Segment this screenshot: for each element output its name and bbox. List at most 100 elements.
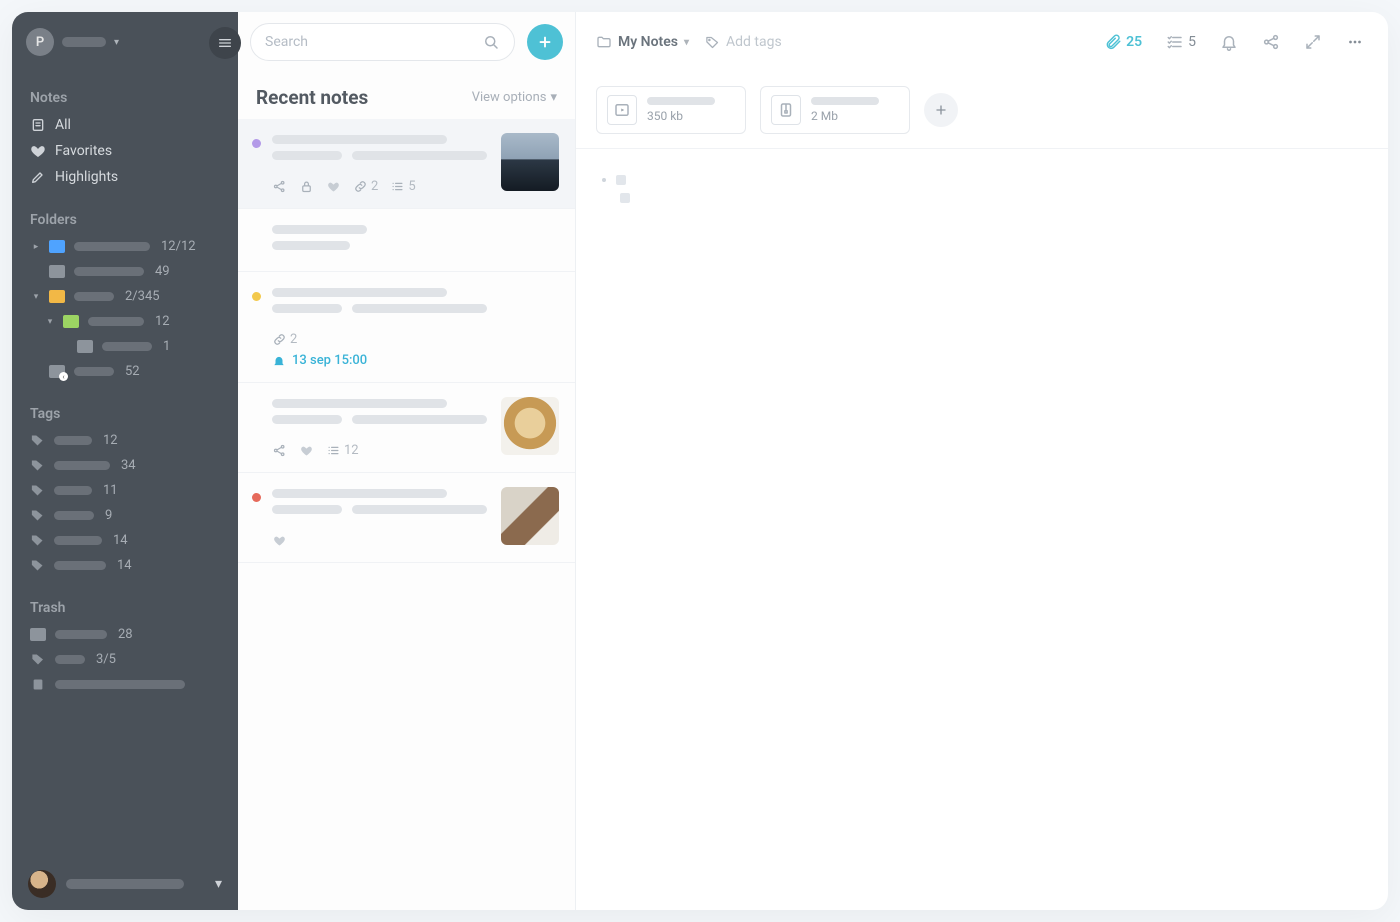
tag-item[interactable]: 9 [12,503,238,528]
add-tags-button[interactable]: Add tags [705,34,782,50]
note-list: 25 2 13 sep 15:00 12 [238,119,575,910]
folder-name-placeholder [74,367,114,376]
note-card[interactable]: 2 13 sep 15:00 [238,272,575,383]
folder-item[interactable]: 49 [12,259,238,284]
tag-icon [30,483,45,498]
list-header: Recent notes View options ▾ [238,72,575,119]
note-card[interactable] [238,473,575,563]
tree-arrow-icon: ▸ [32,242,40,252]
paperclip-icon [1104,33,1122,51]
tag-item[interactable]: 34 [12,453,238,478]
highlighter-icon [30,169,46,185]
account-switcher[interactable]: P ▾ [12,12,238,72]
search-input[interactable] [265,34,482,50]
color-dot [252,292,261,301]
tag-name-placeholder [54,561,106,570]
checklist-icon [1166,33,1184,51]
tag-count: 9 [105,508,112,523]
attachment-card[interactable]: 2 Mb [760,86,910,134]
chevron-down-icon: ▾ [684,37,689,48]
note-card[interactable] [238,209,575,272]
note-icon [30,117,46,133]
tag-item[interactable]: 14 [12,553,238,578]
folder-item[interactable]: ‹ 52 [12,359,238,384]
folder-icon [63,315,79,328]
folder-name-placeholder [88,317,144,326]
folder-count: 2/345 [125,289,160,304]
tag-item[interactable]: 11 [12,478,238,503]
trash-name-placeholder [55,680,185,689]
expand-button[interactable] [1300,29,1326,55]
bell-icon [272,354,286,368]
color-dot [252,139,261,148]
folder-icon [596,34,612,50]
attachment-size: 350 kb [647,109,715,123]
tree-arrow-icon: ▾ [32,292,40,302]
trash-item[interactable]: 3/5 [12,647,238,672]
note-reminder: 13 sep 15:00 [272,353,557,368]
note-card[interactable]: 25 [238,119,575,209]
tag-icon [30,458,45,473]
sidebar-footer-user[interactable]: ▾ [12,858,238,910]
tag-name-placeholder [54,461,110,470]
attachments-count-button[interactable]: 25 [1100,29,1146,55]
trash-item[interactable] [12,672,238,697]
tag-count: 14 [117,558,132,573]
folder-item[interactable]: ▸ 12/12 [12,234,238,259]
sidebar-item-all[interactable]: All [12,112,238,138]
sidebar-item-favorites[interactable]: Favorites [12,138,238,164]
folder-item[interactable]: 1 [12,334,238,359]
tag-item[interactable]: 12 [12,428,238,453]
sidebar-folders-section: Folders ▸ 12/12 49▾ 2/345▾ 12 1 ‹ 52 [12,194,238,388]
sidebar-notes-section: Notes All Favorites Highlights [12,72,238,194]
plus-icon [933,102,949,118]
chevron-down-icon: ▾ [550,90,557,105]
folder-name-placeholder [102,342,152,351]
share-button[interactable] [1258,29,1284,55]
note-icon [30,677,46,692]
trash-name-placeholder [55,630,107,639]
editor-body[interactable] [576,149,1388,229]
avatar: P [26,28,54,56]
attachment-card[interactable]: 350 kb [596,86,746,134]
editor-toolbar: My Notes ▾ Add tags 25 5 [576,12,1388,72]
folder-name-placeholder [74,292,114,301]
trash-item[interactable]: 28 [12,622,238,647]
more-button[interactable] [1342,29,1368,55]
share-icon [272,443,287,458]
tag-item[interactable]: 14 [12,528,238,553]
hamburger-icon [217,35,233,51]
share-icon [272,179,287,194]
breadcrumb[interactable]: My Notes ▾ [596,34,689,50]
sidebar-trash-section: Trash 28 3/5 [12,582,238,701]
trash-count: 3/5 [96,652,116,667]
tag-icon [30,652,46,667]
attachment-name-placeholder [647,97,715,105]
sidebar-item-highlights[interactable]: Highlights [12,164,238,190]
tree-arrow-icon: ▾ [46,317,54,327]
tag-count: 14 [113,533,128,548]
add-attachment-button[interactable] [924,93,958,127]
folder-item[interactable]: ▾ 12 [12,309,238,334]
folder-name-placeholder [74,242,150,251]
app-root: P ▾ Notes All Favorites Highlights Folde… [12,12,1388,910]
search-input-wrapper[interactable] [250,23,515,61]
folder-icon [49,290,65,303]
reminder-button[interactable] [1216,29,1242,55]
tasks-count-button[interactable]: 5 [1162,29,1200,55]
note-card[interactable]: 12 [238,383,575,473]
view-options-button[interactable]: View options ▾ [472,90,557,105]
folder-item[interactable]: ▾ 2/345 [12,284,238,309]
collapse-sidebar-button[interactable] [209,27,241,59]
new-note-button[interactable] [527,24,563,60]
tag-icon [30,433,45,448]
folder-icon [77,340,93,353]
sidebar-item-label: Favorites [55,143,112,159]
chevron-down-icon: ▾ [114,37,119,48]
note-meta: 2 [272,332,557,347]
list-toolbar [238,12,575,72]
note-list-pane: Recent notes View options ▾ 25 2 13 sep 1… [238,12,576,910]
attachments-count: 25 [1126,34,1142,50]
list-icon [390,179,405,194]
share-icon [1262,33,1280,51]
